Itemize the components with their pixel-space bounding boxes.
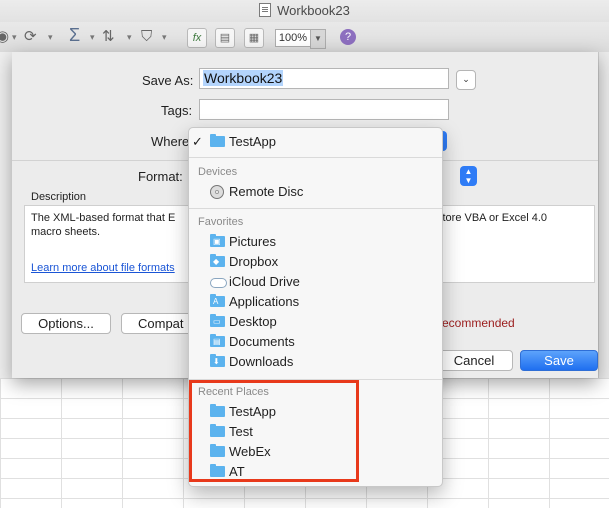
- autosum-dropdown-icon[interactable]: ▾: [90, 27, 95, 47]
- compatibility-recommended-text: ecommended: [442, 316, 515, 330]
- menu-item-remote-disc[interactable]: Remote Disc: [189, 182, 442, 202]
- help-icon[interactable]: ?: [340, 29, 356, 45]
- menu-item-downloads[interactable]: ⬇ Downloads: [189, 352, 442, 372]
- menu-divider: [189, 208, 442, 209]
- menu-item-label: Dropbox: [229, 254, 279, 269]
- menu-item-label: Desktop: [229, 314, 277, 329]
- save-button[interactable]: Save: [520, 350, 598, 371]
- downloads-folder-icon: ⬇: [210, 354, 225, 367]
- checkmark-icon: ✓: [192, 134, 203, 149]
- save-as-value: Workbook23: [203, 70, 284, 86]
- redo-dropdown-icon[interactable]: ▾: [48, 27, 53, 47]
- calculator-icon[interactable]: ▦: [244, 28, 264, 48]
- document-icon: [259, 3, 272, 17]
- menu-item-label: iCloud Drive: [229, 274, 300, 289]
- filter-icon[interactable]: ⛉: [141, 27, 152, 47]
- description-title: Description: [31, 191, 87, 203]
- menu-item-icloud-drive[interactable]: iCloud Drive: [189, 272, 442, 292]
- menu-item-applications[interactable]: A Applications: [189, 292, 442, 312]
- undo-icon[interactable]: ◉: [0, 27, 9, 47]
- cloud-icon: [210, 276, 227, 288]
- where-label: Where: [151, 134, 190, 149]
- description-text: The XML-based format that E: [31, 212, 176, 224]
- documents-folder-icon: ▤: [210, 334, 225, 347]
- format-popup-arrows-icon[interactable]: ▲ ▼: [460, 166, 477, 186]
- learn-more-link[interactable]: Learn more about file formats: [31, 262, 186, 274]
- menu-item-documents[interactable]: ▤ Documents: [189, 332, 442, 352]
- sort-dropdown-icon[interactable]: ▾: [127, 27, 132, 47]
- sort-icon[interactable]: ⇅: [102, 27, 115, 47]
- options-button[interactable]: Options...: [21, 313, 111, 334]
- zoom-dropdown-icon[interactable]: ▼: [310, 29, 326, 49]
- folder-icon: [210, 134, 225, 147]
- tags-label: Tags:: [161, 103, 193, 118]
- window-title-bar: Workbook23: [0, 0, 609, 22]
- description-text-line2: macro sheets.: [31, 226, 101, 238]
- pictures-folder-icon: ▣: [210, 234, 225, 247]
- cancel-button[interactable]: Cancel: [435, 350, 513, 371]
- filter-dropdown-icon[interactable]: ▾: [162, 27, 167, 47]
- form-icon[interactable]: ▤: [215, 28, 235, 48]
- recent-places-highlight-box: [189, 380, 359, 482]
- redo-icon[interactable]: ⟳: [24, 27, 37, 47]
- ribbon-right-edge: [598, 52, 609, 378]
- menu-item-label: Documents: [229, 334, 295, 349]
- menu-item-pictures[interactable]: ▣ Pictures: [189, 232, 442, 252]
- where-current-item[interactable]: ✓ TestApp: [189, 132, 442, 152]
- menu-item-label: Downloads: [229, 354, 294, 369]
- disc-icon: [210, 185, 224, 199]
- desktop-folder-icon: ▭: [210, 314, 225, 327]
- tags-input[interactable]: [199, 99, 449, 120]
- menu-item-desktop[interactable]: ▭ Desktop: [189, 312, 442, 332]
- undo-dropdown-icon[interactable]: ▾: [12, 27, 17, 47]
- where-current-label: TestApp: [229, 134, 276, 149]
- format-label: Format:: [138, 169, 183, 184]
- save-as-label: Save As:: [142, 73, 194, 88]
- menu-item-dropbox[interactable]: ◆ Dropbox: [189, 252, 442, 272]
- menu-item-label: Remote Disc: [229, 184, 304, 199]
- section-favorites: Favorites: [198, 216, 244, 228]
- window-title: Workbook23: [277, 3, 350, 18]
- menu-item-label: Applications: [229, 294, 300, 309]
- save-as-input[interactable]: Workbook23: [199, 68, 449, 89]
- function-icon[interactable]: fx: [187, 28, 207, 48]
- applications-folder-icon: A: [210, 294, 225, 307]
- menu-item-label: Pictures: [229, 234, 276, 249]
- zoom-field[interactable]: 100%: [275, 29, 311, 47]
- section-devices: Devices: [198, 166, 238, 178]
- expand-dialog-button[interactable]: ⌄: [456, 70, 476, 90]
- dropbox-folder-icon: ◆: [210, 254, 225, 267]
- description-text-right: store VBA or Excel 4.0: [437, 212, 548, 224]
- menu-divider: [189, 157, 442, 158]
- autosum-icon[interactable]: Σ: [69, 25, 80, 45]
